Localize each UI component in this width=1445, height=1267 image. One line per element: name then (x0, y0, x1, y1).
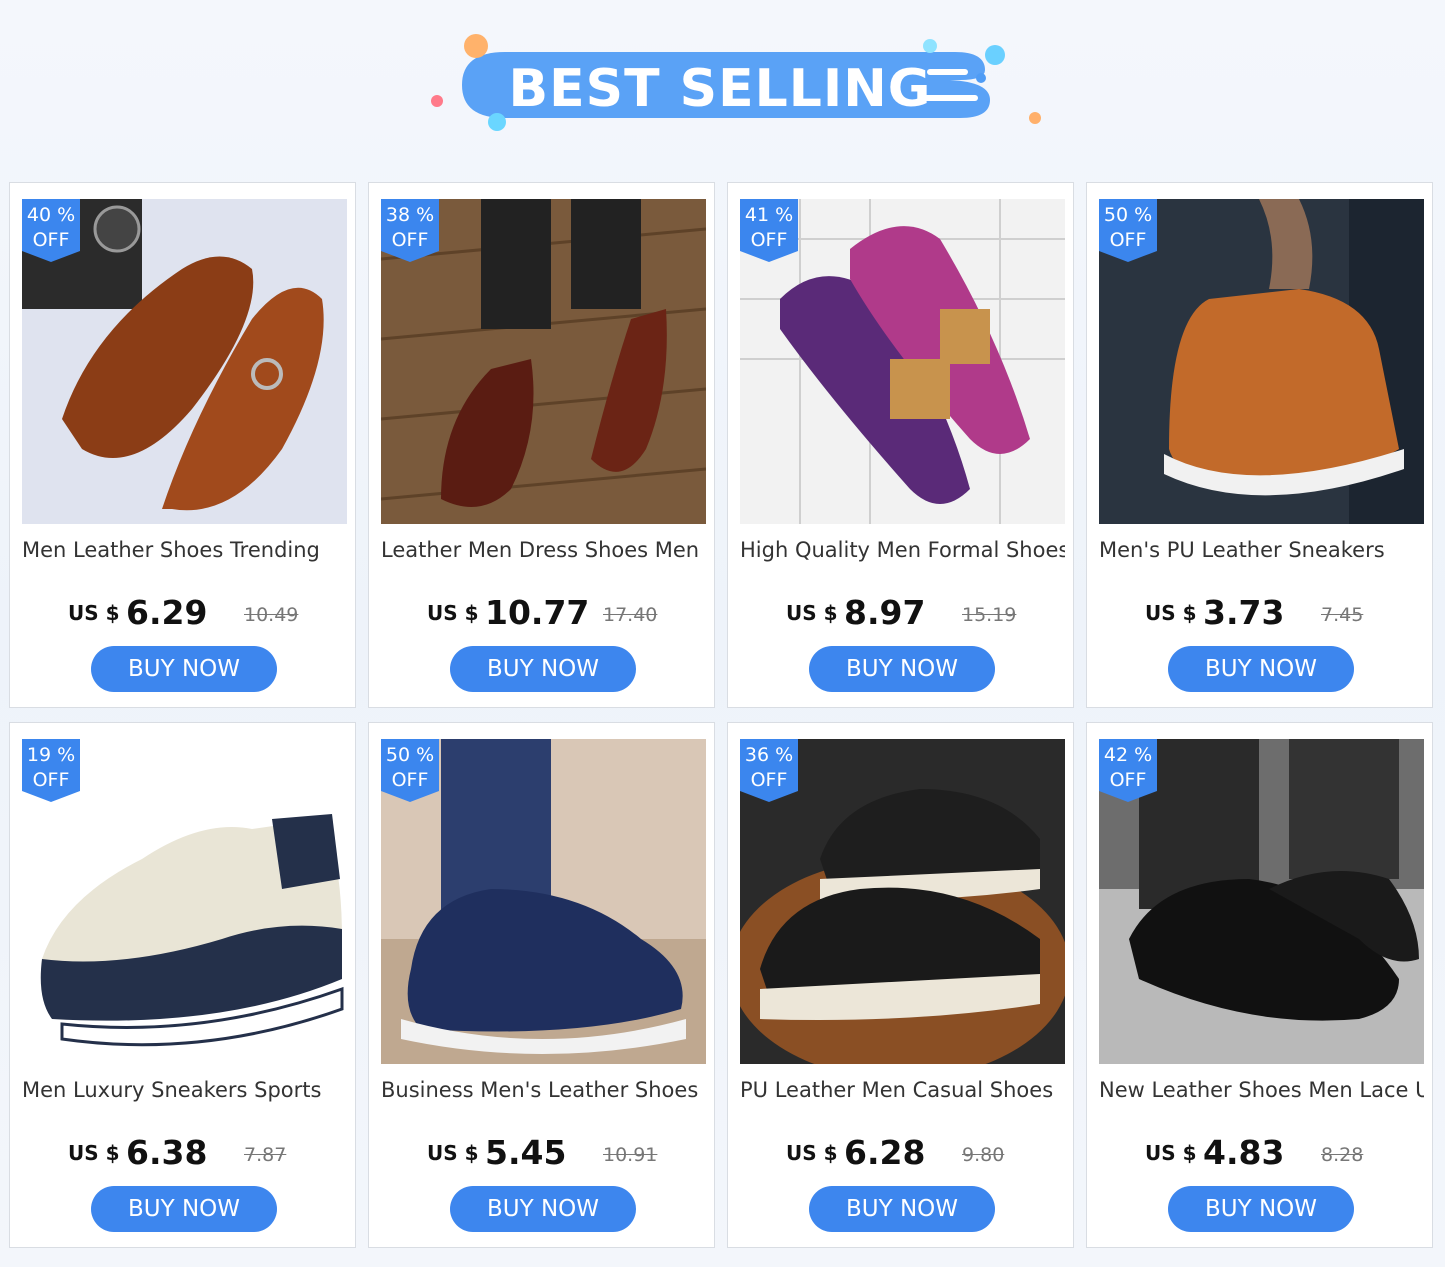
discount-percent: 42 % (1103, 744, 1153, 766)
product-title[interactable]: Men Luxury Sneakers Sports (22, 1076, 347, 1106)
discount-off-label: OFF (32, 229, 70, 251)
sale-price: 6.28 (844, 1133, 926, 1172)
sale-price: 4.83 (1203, 1133, 1285, 1172)
original-price: 9.80 (962, 1144, 1005, 1166)
discount-percent: 50 % (1103, 204, 1153, 226)
product-title[interactable]: Leather Men Dress Shoes Men (381, 536, 706, 566)
discount-percent: 50 % (385, 744, 435, 766)
original-price: 8.28 (1321, 1144, 1364, 1166)
product-card[interactable]: 38 % OFF Leather Men Dress Shoes Men US $10… (368, 182, 715, 708)
discount-badge: 50 % OFF (381, 739, 439, 802)
discount-off-label: OFF (750, 229, 788, 251)
discount-percent: 41 % (744, 204, 794, 226)
currency-label: US $ (1145, 601, 1197, 625)
price-row: US $4.83 8.28 (1087, 1128, 1434, 1174)
discount-off-label: OFF (750, 769, 788, 791)
price-row: US $6.29 10.49 (10, 588, 357, 634)
product-card[interactable]: 41 % OFF High Quality Men Formal Shoes US $… (727, 182, 1074, 708)
discount-percent: 38 % (385, 204, 435, 226)
sale-price: 3.73 (1203, 593, 1285, 632)
original-price: 10.49 (244, 604, 299, 626)
buy-now-button[interactable]: BUY NOW (450, 646, 636, 692)
discount-off-label: OFF (32, 769, 70, 791)
price-row: US $6.38 7.87 (10, 1128, 357, 1174)
price-row: US $10.77 17.40 (369, 588, 716, 634)
product-card[interactable]: 40 % OFF Men Leather Shoes Trending US $6.2… (9, 182, 356, 708)
product-grid: 40 % OFF Men Leather Shoes Trending US $6.2… (0, 0, 1445, 1267)
buy-now-button[interactable]: BUY NOW (450, 1186, 636, 1232)
original-price: 15.19 (962, 604, 1017, 626)
buy-now-button[interactable]: BUY NOW (1168, 1186, 1354, 1232)
buy-now-button[interactable]: BUY NOW (91, 646, 277, 692)
discount-badge: 36 % OFF (740, 739, 798, 802)
product-card[interactable]: 19 % OFF Men Luxury Sneakers Sports US $6.3… (9, 722, 356, 1248)
product-card[interactable]: 50 % OFF Business Men's Leather Shoes US $5… (368, 722, 715, 1248)
product-title[interactable]: New Leather Shoes Men Lace Up (1099, 1076, 1424, 1106)
discount-percent: 19 % (26, 744, 76, 766)
discount-percent: 36 % (744, 744, 794, 766)
sale-price: 6.38 (126, 1133, 208, 1172)
discount-off-label: OFF (391, 229, 429, 251)
product-card[interactable]: 42 % OFF New Leather Shoes Men Lace Up US $… (1086, 722, 1433, 1248)
product-title[interactable]: Business Men's Leather Shoes (381, 1076, 706, 1106)
buy-now-button[interactable]: BUY NOW (91, 1186, 277, 1232)
product-title[interactable]: Men's PU Leather Sneakers (1099, 536, 1424, 566)
product-card[interactable]: 36 % OFF PU Leather Men Casual Shoes US $6.… (727, 722, 1074, 1248)
discount-off-label: OFF (1109, 229, 1147, 251)
product-title[interactable]: PU Leather Men Casual Shoes (740, 1076, 1065, 1106)
sale-price: 6.29 (126, 593, 208, 632)
product-title[interactable]: Men Leather Shoes Trending (22, 536, 347, 566)
discount-badge: 38 % OFF (381, 199, 439, 262)
buy-now-button[interactable]: BUY NOW (1168, 646, 1354, 692)
original-price: 10.91 (603, 1144, 658, 1166)
price-row: US $8.97 15.19 (728, 588, 1075, 634)
discount-percent: 40 % (26, 204, 76, 226)
price-row: US $5.45 10.91 (369, 1128, 716, 1174)
price-row: US $3.73 7.45 (1087, 588, 1434, 634)
discount-badge: 19 % OFF (22, 739, 80, 802)
currency-label: US $ (1145, 1141, 1197, 1165)
original-price: 7.45 (1321, 604, 1364, 626)
sale-price: 8.97 (844, 593, 926, 632)
discount-badge: 41 % OFF (740, 199, 798, 262)
discount-badge: 42 % OFF (1099, 739, 1157, 802)
product-title[interactable]: High Quality Men Formal Shoes (740, 536, 1065, 566)
currency-label: US $ (427, 1141, 479, 1165)
product-card[interactable]: 50 % OFF Men's PU Leather Sneakers US $3.73… (1086, 182, 1433, 708)
discount-off-label: OFF (1109, 769, 1147, 791)
currency-label: US $ (786, 1141, 838, 1165)
buy-now-button[interactable]: BUY NOW (809, 646, 995, 692)
discount-off-label: OFF (391, 769, 429, 791)
price-row: US $6.28 9.80 (728, 1128, 1075, 1174)
sale-price: 5.45 (485, 1133, 567, 1172)
original-price: 7.87 (244, 1144, 287, 1166)
currency-label: US $ (68, 601, 120, 625)
original-price: 17.40 (603, 604, 658, 626)
discount-badge: 50 % OFF (1099, 199, 1157, 262)
sale-price: 10.77 (485, 593, 590, 632)
currency-label: US $ (786, 601, 838, 625)
buy-now-button[interactable]: BUY NOW (809, 1186, 995, 1232)
currency-label: US $ (68, 1141, 120, 1165)
currency-label: US $ (427, 601, 479, 625)
discount-badge: 40 % OFF (22, 199, 80, 262)
